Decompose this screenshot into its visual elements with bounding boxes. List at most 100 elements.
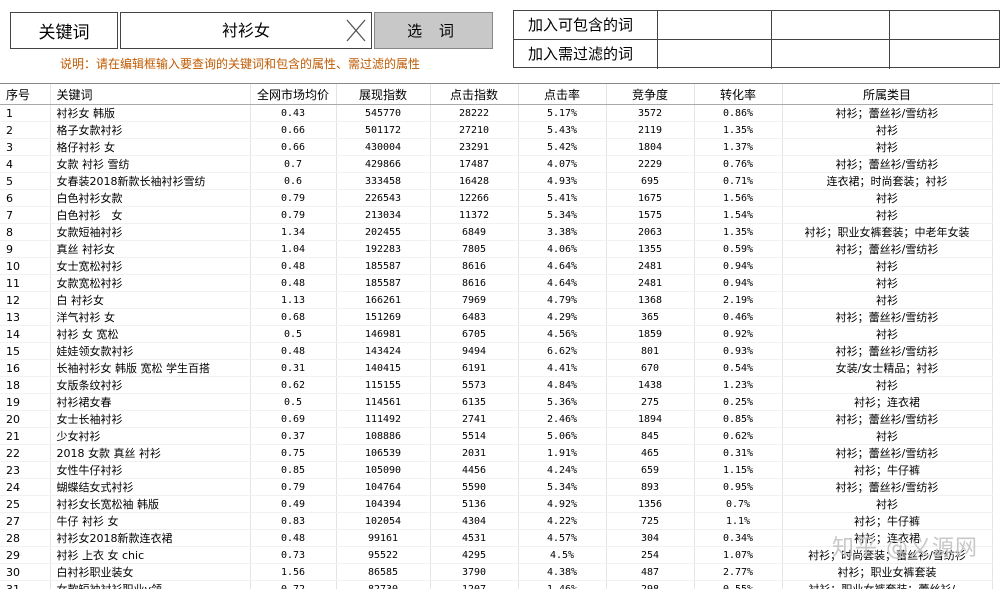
cell-clicks: 5590 (430, 478, 519, 496)
cell-index: 22 (0, 444, 51, 462)
table-row[interactable]: 8 女款短袖衬衫 1.34 202455 6849 3.38% 2063 1.35% 衬衫；职业… (0, 223, 993, 241)
table-row[interactable]: 12 白 衬衫女 1.13 166261 7969 4.79% 1368 2.19% 衬衫 (0, 291, 993, 309)
cell-competition: 2119 (606, 121, 695, 139)
select-words-button[interactable]: 选 词 (374, 12, 493, 49)
header-category[interactable]: 所属类目 (782, 84, 993, 105)
cell-conversion: 0.94% (694, 257, 783, 275)
cell-index: 18 (0, 376, 51, 394)
cell-index: 28 (0, 529, 51, 547)
cell-price: 0.79 (250, 206, 337, 224)
cell-price: 0.5 (250, 393, 337, 411)
cell-competition: 1804 (606, 138, 695, 156)
cell-keyword: 白 衬衫女 (50, 291, 251, 309)
table-row[interactable]: 4 女款 衬衫 雪纺 0.7 429866 17487 4.07% 2229 0.76% 衬衫；… (0, 155, 993, 173)
clear-icon[interactable] (345, 18, 367, 43)
cell-price: 0.62 (250, 376, 337, 394)
cell-ctr: 5.34% (518, 206, 607, 224)
cell-competition: 365 (606, 308, 695, 326)
cell-price: 0.7 (250, 155, 337, 173)
table-row[interactable]: 5 女春装2018新款长袖衬衫雪纺 0.6 333458 16428 4.93% 695 0.… (0, 172, 993, 190)
table-row[interactable]: 19 衬衫裙女春 0.5 114561 6135 5.36% 275 0.25% 衬衫；连衣裙 (0, 393, 993, 411)
cell-competition: 2063 (606, 223, 695, 241)
cell-conversion: 0.34% (694, 529, 783, 547)
table-row[interactable]: 27 牛仔 衬衫 女 0.83 102054 4304 4.22% 725 1.1% 衬衫；牛仔… (0, 512, 993, 530)
keyword-input[interactable]: 衬衫女 (120, 12, 372, 49)
table-row[interactable]: 7 白色衬衫 女 0.79 213034 11372 5.34% 1575 1.54% 衬衫 (0, 206, 993, 224)
table-row[interactable]: 9 真丝 衬衫女 1.04 192283 7805 4.06% 1355 0.59% 衬衫；蕾丝… (0, 240, 993, 258)
cell-keyword: 衬衫女长宽松袖 韩版 (50, 495, 251, 513)
table-row[interactable]: 16 长袖衬衫女 韩版 宽松 学生百搭 0.31 140415 6191 4.41% 670… (0, 359, 993, 377)
cell-category: 衬衫；职业女裤套装；蕾丝衫/... (782, 580, 993, 589)
cell-index: 24 (0, 478, 51, 496)
table-row[interactable]: 11 女款宽松衬衫 0.48 185587 8616 4.64% 2481 0.94% 衬衫 (0, 274, 993, 292)
cell-index: 15 (0, 342, 51, 360)
table-row[interactable]: 23 女性牛仔衬衫 0.85 105090 4456 4.24% 659 1.15% 衬衫；牛仔… (0, 461, 993, 479)
table-row[interactable]: 2 格子女款衬衫 0.66 501172 27210 5.43% 2119 1.35% 衬衫 (0, 121, 993, 139)
include-row[interactable]: 加入可包含的词 (514, 11, 1000, 40)
header-price[interactable]: 全网市场均价 (250, 84, 337, 105)
cell-impressions: 185587 (336, 257, 431, 275)
cell-price: 0.83 (250, 512, 337, 530)
cell-index: 23 (0, 461, 51, 479)
cell-ctr: 5.06% (518, 427, 607, 445)
table-row[interactable]: 15 娃娃领女款衬衫 0.48 143424 9494 6.62% 801 0.93% 衬衫；蕾… (0, 342, 993, 360)
header-index[interactable]: 序号 (0, 84, 51, 105)
header-conversion[interactable]: 转化率 (694, 84, 783, 105)
cell-competition: 298 (606, 580, 695, 589)
header-keyword[interactable]: 关键词 (50, 84, 251, 105)
cell-clicks: 3790 (430, 563, 519, 581)
cell-impressions: 108886 (336, 427, 431, 445)
header-impressions[interactable]: 展现指数 (336, 84, 431, 105)
table-row[interactable]: 31女款短袖衬衫职业v领0.728273012071.46%2980.55%衬衫… (0, 580, 993, 589)
cell-keyword: 衬衫裙女春 (50, 393, 251, 411)
header-clicks[interactable]: 点击指数 (430, 84, 519, 105)
cell-impressions: 82730 (336, 580, 431, 589)
header-ctr[interactable]: 点击率 (518, 84, 607, 105)
cell-index: 7 (0, 206, 51, 224)
cell-index: 10 (0, 257, 51, 275)
header-competition[interactable]: 竞争度 (606, 84, 695, 105)
table-row[interactable]: 3 格仔衬衫 女 0.66 430004 23291 5.42% 1804 1.37% 衬衫 (0, 138, 993, 156)
cell-impressions: 99161 (336, 529, 431, 547)
table-row[interactable]: 10 女士宽松衬衫 0.48 185587 8616 4.64% 2481 0.94% 衬衫 (0, 257, 993, 275)
cell-clicks: 27210 (430, 121, 519, 139)
cell-clicks: 2031 (430, 444, 519, 462)
cell-price: 0.43 (250, 104, 337, 122)
table-row[interactable]: 22 2018 女款 真丝 衬衫 0.75 106539 2031 1.91% 465 0.3… (0, 444, 993, 462)
cell-clicks: 28222 (430, 104, 519, 122)
cell-ctr: 4.64% (518, 274, 607, 292)
cell-impressions: 333458 (336, 172, 431, 190)
cell-ctr: 4.29% (518, 308, 607, 326)
cell-index: 29 (0, 546, 51, 564)
cell-ctr: 1.91% (518, 444, 607, 462)
cell-keyword: 格仔衬衫 女 (50, 138, 251, 156)
table-row[interactable]: 29 衬衫 上衣 女 chic 0.73 95522 4295 4.5% 254 1.07% 衬… (0, 546, 993, 564)
cell-conversion: 0.31% (694, 444, 783, 462)
cell-clicks: 17487 (430, 155, 519, 173)
exclude-row[interactable]: 加入需过滤的词 (514, 40, 1000, 69)
table-row[interactable]: 6 白色衬衫女款 0.79 226543 12266 5.41% 1675 1.56% 衬衫 (0, 189, 993, 207)
table-row[interactable]: 14 衬衫 女 宽松 0.5 146981 6705 4.56% 1859 0.92% 衬衫 (0, 325, 993, 343)
table-row[interactable]: 24 蝴蝶结女式衬衫 0.79 104764 5590 5.34% 893 0.95% 衬衫；蕾… (0, 478, 993, 496)
table-row[interactable]: 20 女士长袖衬衫 0.69 111492 2741 2.46% 1894 0.85% 衬衫；蕾… (0, 410, 993, 428)
table-row[interactable]: 30 白衬衫职业装女 1.56 86585 3790 4.38% 487 2.77% 衬衫；职业… (0, 563, 993, 581)
cell-impressions: 213034 (336, 206, 431, 224)
cell-price: 0.79 (250, 478, 337, 496)
cell-keyword: 女款短袖衬衫职业v领 (50, 580, 251, 589)
table-row[interactable]: 28 衬衫女2018新款连衣裙 0.48 99161 4531 4.57% 304 0.34%… (0, 529, 993, 547)
cell-keyword: 衬衫 女 宽松 (50, 325, 251, 343)
table-row[interactable]: 21 少女衬衫 0.37 108886 5514 5.06% 845 0.62% 衬衫 (0, 427, 993, 445)
cell-conversion: 1.07% (694, 546, 783, 564)
table-row[interactable]: 25 衬衫女长宽松袖 韩版 0.49 104394 5136 4.92% 1356 0.7% 衬… (0, 495, 993, 513)
cell-competition: 2481 (606, 257, 695, 275)
cell-index: 9 (0, 240, 51, 258)
cell-clicks: 5136 (430, 495, 519, 513)
table-row[interactable]: 18 女版条纹衬衫 0.62 115155 5573 4.84% 1438 1.23% 衬衫 (0, 376, 993, 394)
cell-price: 0.68 (250, 308, 337, 326)
keyword-table: 序号 关键词 全网市场均价 展现指数 点击指数 点击率 竞争度 转化率 所属类目… (0, 84, 993, 589)
cell-ctr: 5.42% (518, 138, 607, 156)
table-row[interactable]: 13 洋气衬衫 女 0.68 151269 6483 4.29% 365 0.46% 衬衫；蕾丝… (0, 308, 993, 326)
cell-keyword: 女性牛仔衬衫 (50, 461, 251, 479)
table-row[interactable]: 1 衬衫女 韩版 0.43 545770 28222 5.17% 3572 0.86% 衬衫；蕾… (0, 104, 993, 122)
cell-clicks: 8616 (430, 257, 519, 275)
